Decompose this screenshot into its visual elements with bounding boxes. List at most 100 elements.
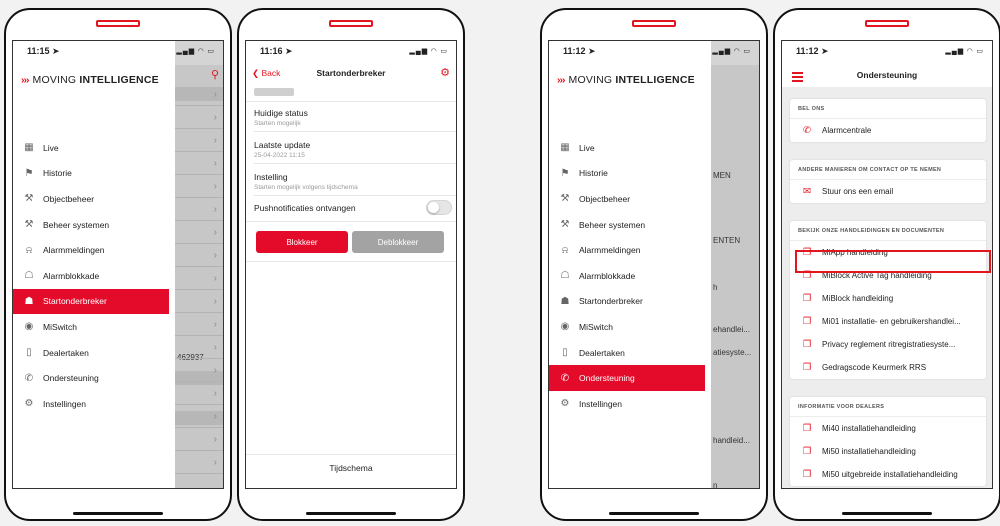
- support-link[interactable]: ❐ Mi50 uitgebreide installatiehandleiding: [790, 463, 986, 486]
- unblock-button[interactable]: Deblokkeer: [352, 231, 444, 253]
- field-instelling[interactable]: Instelling Starten mogelijk volgens tijd…: [254, 172, 456, 196]
- menu-item-alarmblokkade[interactable]: ☖ Alarmblokkade: [549, 263, 705, 289]
- chevron-right-icon: ›: [213, 273, 217, 284]
- menu-item-startonderbreker[interactable]: ☗ Startonderbreker: [13, 288, 169, 315]
- support-link[interactable]: ❐ Mi50 installatiehandleiding: [790, 440, 986, 463]
- chevron-right-icon: ›: [213, 158, 217, 169]
- gear-icon[interactable]: ⚙: [440, 66, 450, 79]
- ghost-text: atiesyste...: [713, 348, 752, 357]
- home-indicator: [73, 512, 163, 515]
- menu-item-label: Ondersteuning: [579, 373, 635, 384]
- wrench-icon: ⚒: [560, 193, 570, 205]
- status-bar: 11:12 ➤: [549, 41, 705, 63]
- menu-item-historie[interactable]: ⚑ Historie: [549, 161, 705, 187]
- menu-item-instellingen[interactable]: ⚙ Instellingen: [549, 391, 705, 417]
- home-indicator: [609, 512, 699, 515]
- menu-item-alarmmeldingen[interactable]: ⍾ Alarmmeldingen: [13, 237, 169, 263]
- menu-item-label: Instellingen: [579, 398, 623, 409]
- support-link[interactable]: ✉ Stuur ons een email: [790, 180, 986, 203]
- clipboard-icon: ▯: [26, 347, 32, 359]
- menu-item-miswitch[interactable]: ◉ MiSwitch: [549, 314, 705, 340]
- menu-item-dealertaken[interactable]: ▯ Dealertaken: [549, 340, 705, 366]
- speaker-grille: [632, 20, 676, 27]
- brand-logo: ››› MOVING INTELLIGENCE: [557, 74, 695, 86]
- search-icon[interactable]: ⚲: [211, 68, 219, 81]
- menu-item-label: Startonderbreker: [43, 296, 107, 307]
- map-icon: ▦: [560, 142, 570, 154]
- support-link[interactable]: ❐ Mi40 installatiehandleiding: [790, 417, 986, 440]
- menu-item-miswitch[interactable]: ◉ MiSwitch: [13, 314, 169, 340]
- document-icon: ❐: [802, 362, 812, 373]
- menu-item-alarmblokkade[interactable]: ☖ Alarmblokkade: [13, 263, 169, 289]
- wrench-icon: ⚒: [560, 219, 570, 231]
- document-icon: ❐: [802, 339, 812, 350]
- menu-item-label: Instellingen: [43, 398, 87, 409]
- block-button[interactable]: Blokkeer: [256, 231, 348, 253]
- screen-menu-startonderbreker: ⚲ 462937 ››››››››››››››››› 11:15 ➤ ›››MO…: [12, 40, 224, 489]
- support-link[interactable]: ❐ Mi01 installatie- en gebruikershandlei.…: [790, 310, 986, 333]
- ghost-text: handleid...: [713, 436, 750, 445]
- brand-logo: ››› MOVING INTELLIGENCE: [21, 74, 159, 86]
- signal-wifi-battery-icon: ▂▄▆ ◠ ▭: [712, 48, 751, 55]
- menu-item-instellingen[interactable]: ⚙ Instellingen: [13, 391, 169, 417]
- chevron-right-icon: ›: [213, 319, 217, 330]
- support-link[interactable]: ❐ Gedragscode Keurmerk RRS: [790, 356, 986, 379]
- flag-icon: ⚑: [560, 167, 570, 179]
- menu-item-label: Live: [579, 142, 595, 153]
- signal-wifi-battery-icon: ▂▄▆ ◠ ▭: [409, 48, 448, 55]
- support-link-label: Mi01 installatie- en gebruikershandlei..…: [822, 317, 961, 326]
- home-indicator: [842, 512, 932, 515]
- signal-icon: ◉: [560, 321, 570, 333]
- unlock-icon: ☗: [24, 295, 34, 307]
- status-icons: ▂▄▆ ◠ ▭: [711, 41, 759, 63]
- menu-item-label: Alarmmeldingen: [579, 245, 641, 256]
- ghost-text: MEN: [713, 171, 731, 180]
- document-icon: ❐: [802, 316, 812, 327]
- speaker-grille: [865, 20, 909, 27]
- push-notification-toggle[interactable]: [426, 200, 452, 215]
- document-icon: ❐: [802, 423, 812, 434]
- support-link[interactable]: ❐ Privacy reglement ritregistratiesyste..…: [790, 333, 986, 356]
- menu-item-beheer-systemen[interactable]: ⚒ Beheer systemen: [549, 212, 705, 238]
- menu-item-startonderbreker[interactable]: ☗ Startonderbreker: [549, 289, 705, 315]
- menu-item-ondersteuning[interactable]: ✆ Ondersteuning: [549, 365, 705, 391]
- chevron-right-icon: ›: [213, 434, 217, 445]
- screen-ondersteuning: 11:12 ➤ ▂▄▆ ◠ ▭ Ondersteuning BEL ONS ✆ Al…: [781, 40, 993, 489]
- chevron-right-icon: ›: [213, 135, 217, 146]
- drawer-backdrop[interactable]: ⚲ 462937 ›››››››››››››››››: [175, 41, 223, 488]
- document-icon: ❐: [802, 293, 812, 304]
- menu-item-live[interactable]: ▦ Live: [13, 135, 169, 161]
- menu-item-dealertaken[interactable]: ▯ Dealertaken: [13, 340, 169, 366]
- bell-icon: ⍾: [561, 244, 569, 256]
- side-drawer: 11:12 ➤ ››› MOVING INTELLIGENCE ▦ Live ⚑ His…: [549, 41, 705, 488]
- wrench-icon: ⚒: [24, 193, 34, 205]
- menu-item-ondersteuning[interactable]: ✆ Ondersteuning: [13, 365, 169, 391]
- support-card: INFORMATIE VOOR DEALERS ❐ Mi40 installatie…: [790, 397, 986, 486]
- menu-item-label: Objectbeheer: [43, 193, 95, 204]
- menu-item-beheer-systemen[interactable]: ⚒ Beheer systemen: [13, 212, 169, 238]
- tab-tijdschema[interactable]: Tijdschema: [246, 454, 456, 488]
- menu-item-objectbeheer[interactable]: ⚒ Objectbeheer: [13, 186, 169, 212]
- menu-item-label: Historie: [43, 168, 72, 179]
- chevron-right-icon: ›: [213, 181, 217, 192]
- support-link-label: Privacy reglement ritregistratiesyste...: [822, 340, 956, 349]
- menu-item-label: Objectbeheer: [579, 193, 631, 204]
- support-link[interactable]: ❐ MiBlock handleiding: [790, 287, 986, 310]
- menu-item-historie[interactable]: ⚑ Historie: [13, 161, 169, 187]
- menu-item-alarmmeldingen[interactable]: ⍾ Alarmmeldingen: [549, 237, 705, 263]
- support-link[interactable]: ✆ Alarmcentrale: [790, 119, 986, 142]
- gear-icon: ⚙: [24, 398, 34, 410]
- signal-icon: ◉: [24, 321, 34, 333]
- menu-item-live[interactable]: ▦ Live: [549, 135, 705, 161]
- main-menu: ▦ Live ⚑ Historie ⚒ Objectbeheer ⚒ Beheer syste…: [549, 135, 705, 417]
- chevron-right-icon: ›: [213, 227, 217, 238]
- unlock-icon: ☗: [560, 295, 570, 307]
- chevron-right-icon: ›: [213, 365, 217, 376]
- lock-icon: ☖: [560, 270, 570, 282]
- menu-item-objectbeheer[interactable]: ⚒ Objectbeheer: [549, 186, 705, 212]
- map-icon: ▦: [24, 142, 34, 154]
- phone-icon: ✆: [24, 372, 34, 384]
- status-time: 11:16: [260, 46, 283, 56]
- drawer-backdrop[interactable]: MEN ENTEN h ehandlei... atiesyste... han…: [711, 41, 759, 488]
- clipboard-icon: ▯: [562, 347, 568, 359]
